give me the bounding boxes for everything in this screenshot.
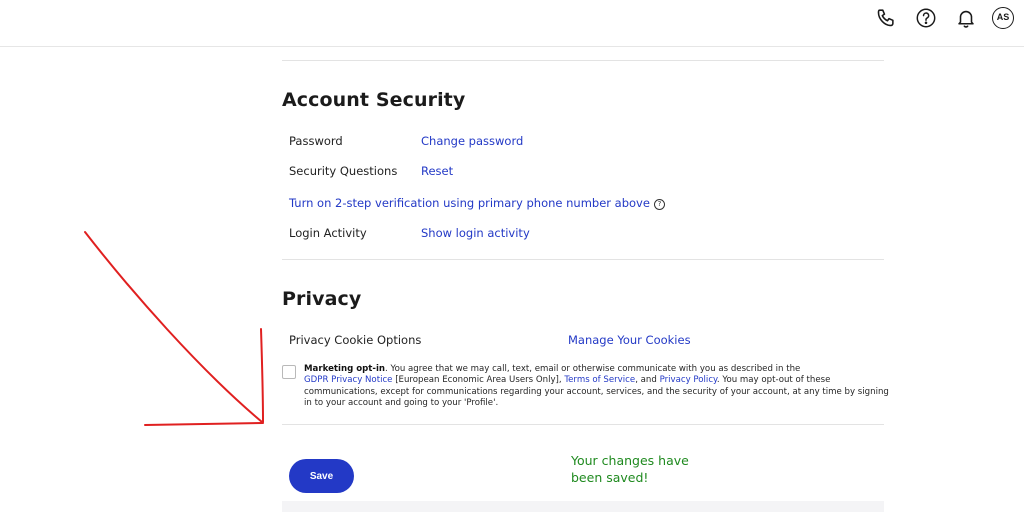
annotation-arrow-shaft xyxy=(84,231,263,423)
annotation-arrow xyxy=(84,231,264,426)
annotation-arrow-head-vertical xyxy=(260,328,264,423)
annotation-arrow-head-horizontal xyxy=(144,422,264,426)
